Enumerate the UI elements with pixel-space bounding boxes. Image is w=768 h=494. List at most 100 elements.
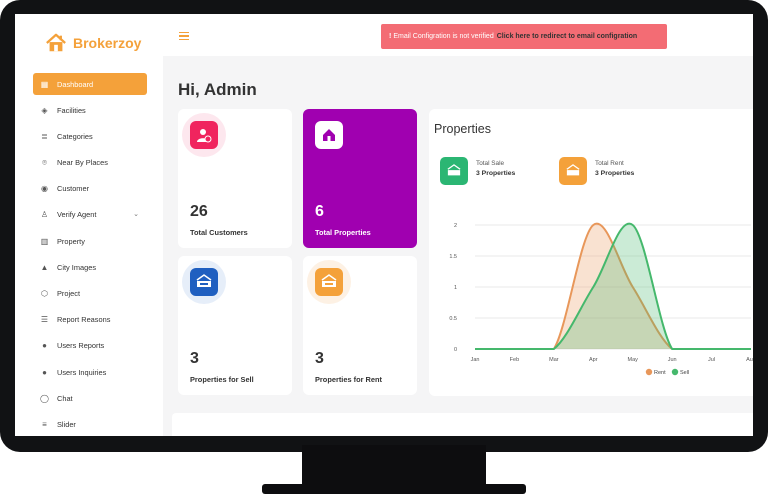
sidebar-item-label: Verify Agent — [57, 210, 97, 220]
user-check-icon — [190, 121, 218, 149]
y-tick-label: 1 — [454, 285, 457, 291]
stat-value: 26 — [190, 203, 208, 220]
sliders-icon: ≡ — [42, 419, 47, 429]
email-alert: ! Email Configration is not verified Cli… — [381, 24, 667, 49]
x-tick-label: Apr — [589, 357, 598, 363]
y-tick-label: 2 — [454, 223, 457, 229]
app-screen: Brokerzoy ▦ Dashboard ◈ Facilities ≣ Categori… — [15, 14, 753, 436]
sale-sign-icon — [190, 268, 218, 296]
monitor-frame: Brokerzoy ▦ Dashboard ◈ Facilities ≣ Categori… — [0, 0, 768, 494]
legend-label: Rent — [654, 370, 666, 376]
brand-logo[interactable]: Brokerzoy — [45, 32, 141, 54]
stat-value: 3 — [315, 350, 324, 367]
stat-card-sell[interactable]: 3 Properties for Sell — [178, 256, 292, 395]
sidebar-item-users-inquiries[interactable]: ● Users Inquiries — [33, 361, 147, 383]
sidebar-item-label: Categories — [57, 131, 93, 141]
total-rent-summary: Total Rent 3 Properties — [559, 157, 634, 185]
sidebar-item-verify-agent[interactable]: ♙ Verify Agent ⌄ — [33, 204, 147, 226]
brand-name: Brokerzoy — [73, 35, 142, 51]
rent-sign-icon — [559, 157, 587, 185]
monitor-stand-base — [262, 484, 526, 494]
sidebar-item-dashboard[interactable]: ▦ Dashboard — [33, 73, 147, 95]
total-rent-value: 3 Properties — [595, 170, 635, 177]
sale-sign-icon — [440, 157, 468, 185]
sidebar-item-near-by-places[interactable]: ⌾ Near By Places — [33, 152, 147, 174]
sidebar-item-label: City Images — [57, 262, 97, 272]
legend-marker — [671, 368, 679, 376]
stat-label: Properties for Rent — [315, 375, 382, 384]
x-tick-label: Jun — [668, 357, 677, 363]
house-icon — [315, 121, 343, 149]
total-sale-summary: Total Sale 3 Properties — [440, 157, 515, 185]
stat-card-customers[interactable]: 26 Total Customers — [178, 109, 292, 248]
stat-card-properties[interactable]: 6 Total Properties — [303, 109, 417, 248]
sidebar-nav: ▦ Dashboard ◈ Facilities ≣ Categories ⌾ Near By… — [33, 73, 147, 436]
y-tick-label: 1.5 — [449, 254, 457, 260]
bottom-panel — [172, 413, 753, 436]
x-tick-label: Jul — [708, 357, 715, 363]
page-title: Hi, Admin — [178, 80, 257, 99]
chat-icon: ◯ — [40, 393, 49, 403]
properties-panel: Properties Total Sale 3 Properties Total… — [429, 109, 753, 396]
alert-message: Email Configration is not verified — [393, 33, 494, 40]
diamond-icon: ◈ — [41, 105, 48, 115]
y-tick-label: 0.5 — [449, 316, 457, 322]
properties-area-chart: 0 0.5 1 1.5 2 Jan Feb Mar Apr May Jun Jul Aug Rent Sel… — [449, 222, 753, 376]
sidebar-item-customer[interactable]: ◉ Customer — [33, 178, 147, 200]
sidebar-item-slider[interactable]: ≡ Slider — [33, 413, 147, 435]
panel-title: Properties — [434, 122, 491, 136]
sidebar-item-label: Project — [57, 289, 81, 298]
alert-link[interactable]: Click here to redirect to email configra… — [497, 33, 637, 40]
x-tick-label: Aug — [746, 357, 753, 363]
stat-value: 6 — [315, 203, 324, 220]
sidebar-item-categories[interactable]: ≣ Categories — [33, 125, 147, 147]
y-tick-label: 0 — [454, 347, 457, 353]
sidebar-item-project[interactable]: ⬡ Project — [33, 283, 147, 305]
legend-marker — [645, 368, 653, 376]
stat-label: Total Customers — [190, 228, 248, 237]
bar-chart-icon: ▥ — [40, 236, 49, 246]
sidebar-item-label: Slider — [57, 419, 76, 429]
sidebar-item-label: Report Reasons — [57, 315, 111, 325]
x-tick-label: Jan — [471, 357, 480, 363]
grid-icon: ▦ — [40, 79, 49, 89]
stat-label: Properties for Sell — [190, 375, 254, 384]
user-check-icon: ♙ — [40, 210, 49, 220]
chevron-down-icon: ⌄ — [133, 210, 139, 218]
sidebar-item-label: Facilities — [57, 105, 86, 115]
house-logo-icon — [46, 33, 66, 52]
sidebar-item-label: Near By Places — [57, 158, 108, 168]
stat-label: Total Properties — [315, 228, 371, 237]
sidebar-item-property[interactable]: ▥ Property — [33, 230, 147, 252]
total-rent-label: Total Rent — [595, 160, 624, 167]
exclamation-icon: ! — [389, 33, 392, 40]
total-sale-value: 3 Properties — [476, 170, 516, 177]
x-tick-label: Feb — [510, 357, 519, 363]
stat-card-rent[interactable]: 3 Properties for Rent — [303, 256, 417, 395]
cube-icon: ⬡ — [41, 289, 48, 298]
sidebar-item-label: Chat — [57, 393, 73, 403]
sidebar-item-label: Users Reports — [57, 341, 105, 351]
location-icon: ⌾ — [42, 157, 47, 167]
total-sale-label: Total Sale — [476, 160, 505, 167]
x-tick-label: May — [628, 357, 639, 363]
sidebar-item-users-reports[interactable]: ● Users Reports — [33, 335, 147, 357]
topbar: ! Email Configration is not verified Cli… — [163, 14, 753, 56]
legend-label: Sell — [680, 370, 689, 376]
rent-sign-icon — [315, 268, 343, 296]
sidebar-item-label: Property — [57, 236, 85, 246]
menu-toggle-icon[interactable] — [179, 32, 189, 42]
sidebar-item-facilities[interactable]: ◈ Facilities — [33, 99, 147, 121]
sidebar-item-label: Customer — [57, 184, 90, 194]
alert-circle-icon: ● — [42, 341, 47, 351]
image-icon: ▲ — [40, 262, 49, 272]
x-tick-label: Mar — [549, 357, 559, 363]
list-icon: ≣ — [41, 131, 48, 141]
stat-value: 3 — [190, 350, 199, 367]
sidebar: Brokerzoy ▦ Dashboard ◈ Facilities ≣ Categori… — [15, 14, 163, 436]
list-ordered-icon: ☰ — [40, 315, 49, 325]
sidebar-item-city-images[interactable]: ▲ City Images — [33, 256, 147, 278]
sidebar-item-chat[interactable]: ◯ Chat — [33, 387, 147, 409]
question-circle-icon: ● — [42, 367, 47, 377]
sidebar-item-report-reasons[interactable]: ☰ Report Reasons — [33, 309, 147, 331]
